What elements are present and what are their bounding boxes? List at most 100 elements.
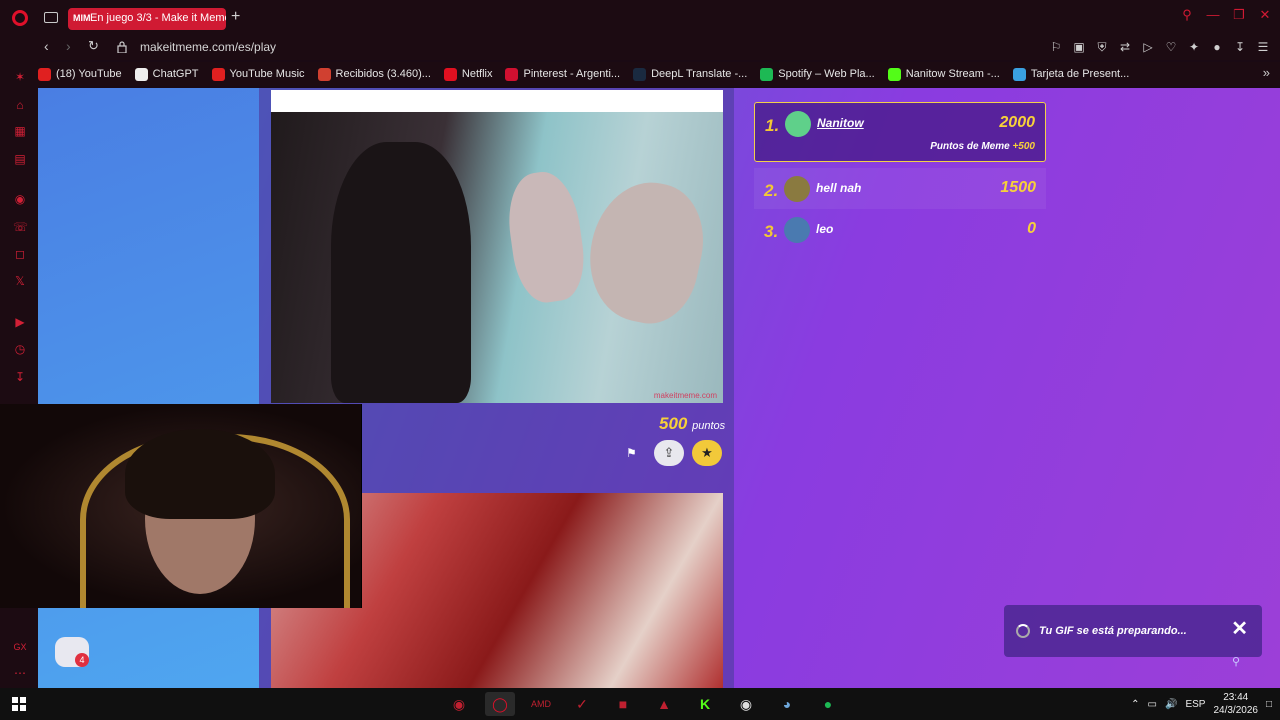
play-icon[interactable]: ▷: [1141, 39, 1155, 55]
youtube-icon: [38, 67, 51, 81]
url-field[interactable]: makeitmeme.com/es/play: [140, 40, 276, 54]
avatar: [784, 176, 810, 202]
player-name: hell nah: [816, 181, 862, 195]
downloads-icon[interactable]: ↧: [13, 370, 27, 384]
player-name[interactable]: Nanitow: [817, 116, 864, 130]
taskbar-apps: ◉ ◯ AMD ✓ ■ ▲ K ◉ ◕ ●: [444, 692, 843, 716]
close-window-button[interactable]: ✕: [1258, 8, 1272, 22]
rank: 2.: [764, 181, 779, 200]
avatar: [785, 111, 811, 137]
language-indicator[interactable]: ESP: [1185, 699, 1205, 710]
bookmark-item[interactable]: Recibidos (3.460)...: [317, 67, 431, 81]
youtube-music-icon: [211, 67, 225, 81]
pin-icon[interactable]: ⚐: [1049, 39, 1063, 55]
bookmark-item[interactable]: (18) YouTube: [38, 67, 122, 81]
news-icon[interactable]: ▤: [13, 152, 27, 166]
meme-card-top: makeitmeme.com: [271, 90, 723, 403]
steam-icon[interactable]: ◕: [772, 692, 802, 716]
address-bar: ‹ › ↻ makeitmeme.com/es/play ⚐ ▣ ⛨ ⇄ ▷ ♡…: [0, 36, 1280, 60]
bookmark-item[interactable]: YouTube Music: [211, 67, 305, 81]
volume-icon[interactable]: 🔊: [1165, 699, 1177, 710]
obs-icon[interactable]: ◉: [731, 692, 761, 716]
gx-icon[interactable]: GX: [13, 640, 27, 654]
spinner-icon: [1016, 624, 1030, 638]
address-toolbar: ⚐ ▣ ⛨ ⇄ ▷ ♡ ✦ ● ↧ ☰: [1049, 39, 1270, 55]
bookmark-item[interactable]: Spotify – Web Pla...: [760, 67, 875, 81]
profile-icon[interactable]: ●: [1210, 39, 1224, 55]
heart-icon[interactable]: ♡: [1164, 39, 1178, 55]
snapshot-icon[interactable]: ▣: [1072, 39, 1086, 55]
player-score: 1500: [1000, 179, 1036, 196]
meme-image: makeitmeme.com: [271, 112, 723, 403]
shield-icon[interactable]: ⛨: [1095, 39, 1109, 55]
new-tab-button[interactable]: +: [231, 8, 240, 26]
aria-icon[interactable]: ✶: [13, 70, 27, 84]
search-tabs-icon[interactable]: ⚲: [1180, 8, 1194, 22]
gmail-icon: [317, 67, 331, 81]
messenger-icon[interactable]: ◉: [13, 192, 27, 206]
app-icon[interactable]: ■: [608, 692, 638, 716]
restore-button[interactable]: ❐: [1232, 8, 1246, 22]
spotify-icon[interactable]: ●: [813, 692, 843, 716]
bookmark-item[interactable]: Nanitow Stream -...: [887, 67, 1000, 81]
title-bar: MIM En juego 3/3 - Make it Meme + ⚲ — ❐ …: [0, 0, 1280, 36]
x-icon[interactable]: 𝕏: [13, 274, 27, 288]
home-icon[interactable]: ⌂: [13, 98, 27, 112]
whatsapp-icon[interactable]: ☏: [13, 220, 28, 234]
notifications-icon[interactable]: □: [1266, 699, 1272, 710]
rank: 3.: [764, 222, 779, 241]
player-score: 2000: [999, 114, 1035, 131]
bookmark-item[interactable]: DeepL Translate -...: [633, 67, 747, 81]
tab-title: En juego 3/3 - Make it Meme: [90, 12, 226, 24]
leaderboard-row: 2. hell nah 1500: [754, 168, 1046, 209]
clock[interactable]: 23:44 24/3/2026: [1213, 691, 1258, 717]
tab-switcher-icon[interactable]: [44, 12, 58, 23]
opera-icon[interactable]: ◯: [485, 692, 515, 716]
translate-icon[interactable]: ⇄: [1118, 39, 1132, 55]
kick-icon: [887, 67, 901, 81]
meme-watermark: makeitmeme.com: [653, 391, 717, 400]
download-icon[interactable]: ↧: [1233, 39, 1247, 55]
avatar: [784, 217, 810, 243]
network-icon[interactable]: ▭: [1148, 699, 1157, 710]
taskbar: ◉ ◯ AMD ✓ ■ ▲ K ◉ ◕ ● ⌃ ▭ 🔊 ESP 23:44 24…: [0, 688, 1280, 720]
favorite-star-button[interactable]: ★: [692, 440, 722, 466]
bookmark-item[interactable]: Tarjeta de Present...: [1012, 67, 1129, 81]
pinterest-icon: [505, 67, 519, 81]
meme-fish: [577, 172, 715, 332]
menu-icon[interactable]: ☰: [1256, 39, 1270, 55]
extensions-icon[interactable]: ✦: [1187, 39, 1201, 55]
bookmark-item[interactable]: Pinterest - Argenti...: [505, 67, 620, 81]
tab-active[interactable]: MIM En juego 3/3 - Make it Meme: [68, 8, 226, 30]
system-tray: ⌃ ▭ 🔊 ESP 23:44 24/3/2026 □: [1131, 688, 1272, 720]
gx-corner-icon[interactable]: ▦: [13, 124, 27, 138]
app-icon[interactable]: ▲: [649, 692, 679, 716]
app-icon[interactable]: ◉: [444, 692, 474, 716]
instagram-icon[interactable]: ◻: [13, 247, 27, 261]
app-icon[interactable]: ✓: [567, 692, 597, 716]
bookmark-item[interactable]: ChatGPT: [134, 67, 199, 81]
download-gif-button[interactable]: ⇪: [654, 440, 684, 466]
amd-icon[interactable]: AMD: [526, 692, 556, 716]
player-icon[interactable]: ▶: [13, 315, 27, 329]
close-toast-button[interactable]: ✕: [1231, 616, 1248, 641]
start-icon[interactable]: [12, 697, 26, 711]
minimize-button[interactable]: —: [1206, 8, 1220, 22]
chat-badge: 4: [75, 653, 89, 667]
more-bookmarks-icon[interactable]: »: [1263, 65, 1270, 80]
tab-favicon: MIM: [73, 13, 91, 23]
bookmark-item[interactable]: Netflix: [443, 67, 492, 81]
reload-icon[interactable]: ↻: [88, 38, 99, 54]
kick-icon[interactable]: K: [690, 692, 720, 716]
toast-message: Tu GIF se está preparando...: [1039, 625, 1187, 637]
report-flag-icon[interactable]: ⚑: [626, 446, 640, 460]
history-icon[interactable]: ◷: [13, 342, 27, 356]
player-name: leo: [816, 222, 834, 236]
leaderboard-row: 1. Nanitow 2000 Puntos de Meme +500: [754, 102, 1046, 162]
back-icon[interactable]: ‹: [44, 38, 49, 54]
zoom-icon[interactable]: ⚲: [1232, 655, 1244, 668]
more-icon[interactable]: ⋯: [13, 666, 27, 680]
tray-chevron-icon[interactable]: ⌃: [1131, 699, 1139, 710]
opera-menu-icon[interactable]: [12, 10, 28, 26]
forward-icon[interactable]: ›: [66, 38, 71, 54]
